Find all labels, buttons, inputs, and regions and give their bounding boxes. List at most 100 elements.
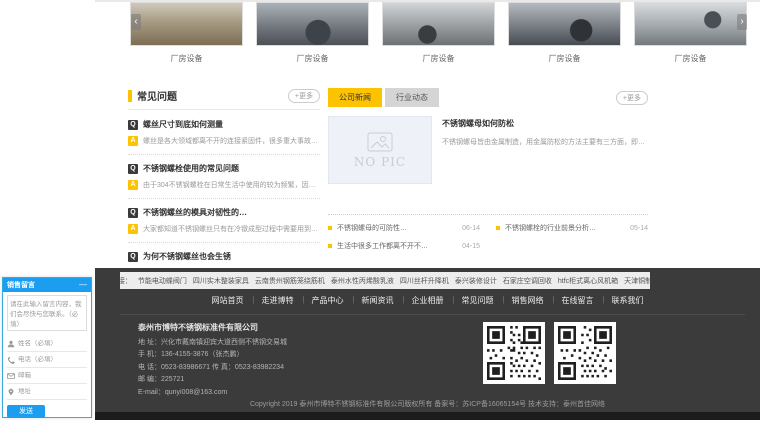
- faq-item[interactable]: Q不锈钢螺栓使用的常见问题 A由于304不锈钢螺栓在日常生活中使用的较为频繁，因…: [128, 163, 320, 199]
- friendly-link[interactable]: 天津铜制品电镀: [624, 276, 650, 286]
- faq-answer[interactable]: 大家都知道不锈钢螺丝只有在冷镦成型过程中需要用到不…: [143, 224, 320, 234]
- chat-header: 销售留言 —: [3, 278, 91, 292]
- news-item-date: 05-14: [630, 225, 648, 232]
- qr-code: [483, 322, 545, 384]
- featured-news[interactable]: NO PIC 不锈钢螺母如何防松 不锈钢螺母皆由金属制造，用金属防松的方法主要有…: [328, 116, 648, 184]
- footer: 网站首页 走进博特 产品中心 新闻资讯 企业相册 常见问题 销售网络 在线留言 …: [95, 268, 760, 420]
- a-icon: A: [128, 180, 138, 190]
- footer-nav-faq[interactable]: 常见问题: [453, 295, 503, 306]
- photo-caption[interactable]: 厂房设备: [256, 53, 369, 64]
- featured-news-summary: 不锈钢螺母皆由金属制造，用金属防松的方法主要有三方面，即DIN934自身性质，…: [442, 137, 648, 148]
- news-list: 不锈钢螺母的可防性… 06-14 不锈钢螺栓的行业前景分析… 05-14 生活中…: [328, 223, 648, 251]
- friendly-link[interactable]: 云南贵州钢筋笼绕筋机: [255, 276, 325, 286]
- news-list-item[interactable]: 不锈钢螺栓的行业前景分析… 05-14: [496, 223, 648, 233]
- footer-nav-contact[interactable]: 联系我们: [603, 295, 653, 306]
- news-list-item[interactable]: 生活中很多工作都离不开不… 04-15: [328, 241, 480, 251]
- email-field-row: [7, 368, 87, 384]
- factory-photo[interactable]: [634, 2, 747, 46]
- name-field-row: [7, 336, 87, 352]
- news-list-item[interactable]: 不锈钢螺母的可防性… 06-14: [328, 223, 480, 233]
- friendly-link[interactable]: 四川实木整装家具: [193, 276, 249, 286]
- featured-news-title[interactable]: 不锈钢螺母如何防松: [442, 118, 648, 129]
- footer-nav-about[interactable]: 走进博特: [253, 295, 303, 306]
- factory-photo[interactable]: [256, 2, 369, 46]
- friendly-link[interactable]: 四川丝杆升降机: [400, 276, 449, 286]
- faq-answer[interactable]: 由于304不锈钢螺栓在日常生活中使用的较为频繁，因…: [143, 180, 316, 190]
- chat-body: 发送: [3, 292, 91, 421]
- faq-item[interactable]: Q不锈钢螺丝的模具对韧性的… A大家都知道不锈钢螺丝只有在冷镦成型过程中需要用到…: [128, 207, 320, 243]
- name-field[interactable]: [18, 340, 87, 347]
- featured-news-body: 不锈钢螺母如何防松 不锈钢螺母皆由金属制造，用金属防松的方法主要有三方面，即DI…: [442, 116, 648, 184]
- friendly-link[interactable]: 石家庄空调回收: [503, 276, 552, 286]
- zip-label: 邮 编：: [138, 376, 161, 383]
- friendly-link[interactable]: 泰兴装修设计: [455, 276, 497, 286]
- photo-caption[interactable]: 厂房设备: [634, 53, 747, 64]
- no-pic-label: NO PIC: [354, 155, 406, 169]
- factory-photo[interactable]: [508, 2, 621, 46]
- faq-item[interactable]: Q螺丝尺寸到底如何测量 A螺丝是各大领域都离不开的连接紧固件，很多重大事故的…: [128, 119, 320, 155]
- message-textarea[interactable]: [7, 295, 87, 331]
- company-zip: 邮 编：225721: [138, 374, 287, 387]
- no-pic-placeholder[interactable]: NO PIC: [328, 116, 432, 184]
- email-field[interactable]: [18, 372, 87, 379]
- news-item-title[interactable]: 生活中很多工作都离不开不…: [337, 241, 456, 251]
- footer-nav-products[interactable]: 产品中心: [303, 295, 353, 306]
- phone-field[interactable]: [18, 356, 87, 363]
- faq-title: 常见问题: [137, 88, 177, 103]
- faq-question[interactable]: 为何不锈钢螺丝也会生锈: [143, 251, 231, 262]
- faq-more-button[interactable]: +更多: [288, 89, 320, 103]
- tab-industry-news[interactable]: 行业动态: [385, 88, 439, 107]
- friendly-link[interactable]: 泰州水性丙烯酸乳液: [331, 276, 394, 286]
- company-info: 泰州市博特不锈钢标准件有限公司 地 址：兴化市戴南镇迎宾大道西侧不锈钢交易城 手…: [138, 322, 287, 399]
- factory-photo[interactable]: [130, 2, 243, 46]
- faq-question[interactable]: 不锈钢螺栓使用的常见问题: [143, 163, 239, 174]
- fax-value: 0523-83982234: [235, 364, 284, 371]
- minimize-icon[interactable]: —: [79, 281, 87, 289]
- q-icon: Q: [128, 252, 138, 262]
- friendly-link[interactable]: 节能电动蝶阀门: [138, 276, 187, 286]
- phone-value: 0523-83986671: [161, 364, 210, 371]
- friendly-links-bar: 友情链接： 节能电动蝶阀门 四川实木整装家具 云南贵州钢筋笼绕筋机 泰州水性丙烯…: [120, 272, 650, 289]
- carousel-item[interactable]: 厂房设备: [256, 2, 369, 64]
- footer-nav-message[interactable]: 在线留言: [553, 295, 603, 306]
- news-more-button[interactable]: +更多: [616, 91, 648, 105]
- a-icon: A: [128, 136, 138, 146]
- carousel-item[interactable]: 厂房设备: [382, 2, 495, 64]
- photo-caption[interactable]: 厂房设备: [130, 53, 243, 64]
- footer-nav: 网站首页 走进博特 产品中心 新闻资讯 企业相册 常见问题 销售网络 在线留言 …: [95, 295, 760, 306]
- qr-codes: [483, 322, 616, 384]
- carousel-item[interactable]: 厂房设备: [130, 2, 243, 64]
- faq-answer[interactable]: 螺丝是各大领域都离不开的连接紧固件，很多重大事故的…: [143, 136, 320, 146]
- news-item-title[interactable]: 不锈钢螺栓的行业前景分析…: [505, 223, 624, 233]
- faq-question[interactable]: 不锈钢螺丝的模具对韧性的…: [143, 207, 247, 218]
- carousel-item[interactable]: 厂房设备: [634, 2, 747, 64]
- photo-caption[interactable]: 厂房设备: [508, 53, 621, 64]
- footer-nav-home[interactable]: 网站首页: [203, 295, 253, 306]
- company-address: 地 址：兴化市戴南镇迎宾大道西侧不锈钢交易城: [138, 337, 287, 350]
- faq-question[interactable]: 螺丝尺寸到底如何测量: [143, 119, 223, 130]
- carousel-next-icon[interactable]: ›: [737, 14, 747, 30]
- accent-bar: [128, 90, 132, 102]
- carousel-item[interactable]: 厂房设备: [508, 2, 621, 64]
- chat-title: 销售留言: [7, 280, 35, 290]
- bullet-icon: [328, 226, 332, 230]
- photo-caption[interactable]: 厂房设备: [382, 53, 495, 64]
- company-mobile: 手 机：136-4155-3876（张杰鹏）: [138, 349, 287, 362]
- address-field[interactable]: [18, 388, 87, 395]
- send-button[interactable]: 发送: [7, 405, 45, 418]
- friendly-link[interactable]: htfc柜式离心风机箱: [558, 276, 618, 286]
- company-name: 泰州市博特不锈钢标准件有限公司: [138, 322, 287, 335]
- tab-company-news[interactable]: 公司新闻: [328, 88, 382, 107]
- news-item-title[interactable]: 不锈钢螺母的可防性…: [337, 223, 456, 233]
- footer-nav-network[interactable]: 销售网络: [503, 295, 553, 306]
- news-item-date: 06-14: [462, 225, 480, 232]
- phone-label: 电 话：: [138, 364, 161, 371]
- email-value: qunyi008@163.com: [165, 389, 227, 396]
- footer-nav-album[interactable]: 企业相册: [403, 295, 453, 306]
- footer-nav-news[interactable]: 新闻资讯: [353, 295, 403, 306]
- fax-label: 传 真：: [212, 364, 235, 371]
- carousel-prev-icon[interactable]: ‹: [131, 14, 141, 30]
- factory-photo[interactable]: [382, 2, 495, 46]
- location-pin-icon: [7, 388, 15, 396]
- phone-field-row: [7, 352, 87, 368]
